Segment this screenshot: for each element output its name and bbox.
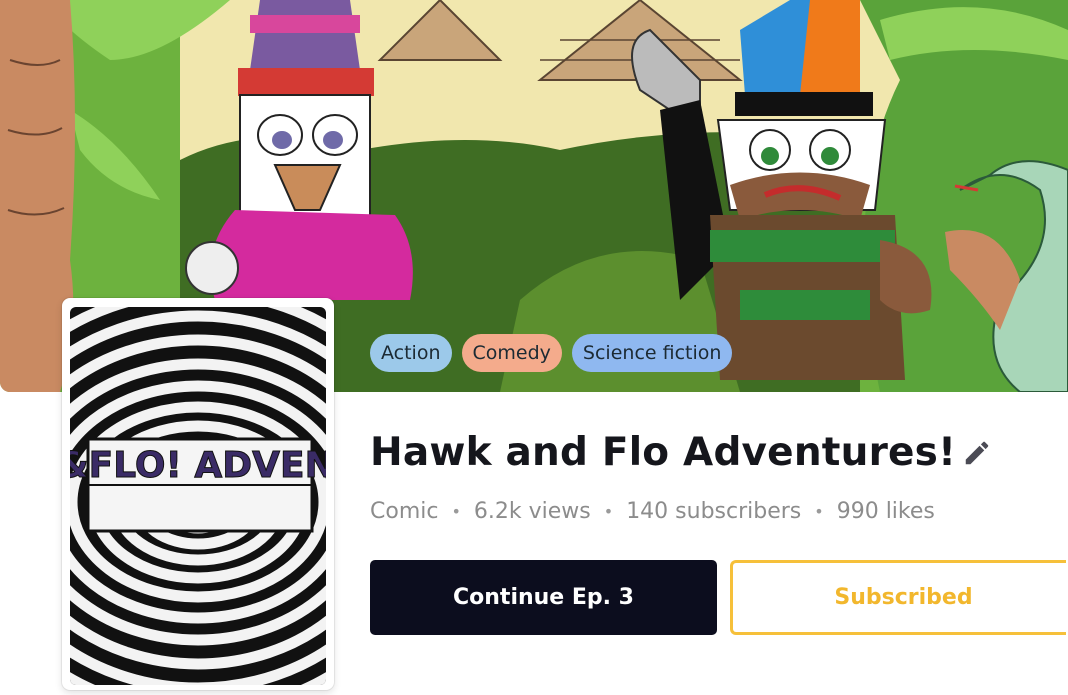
spiral-cover-art: HAWK&FLO! ADVENTURES [70, 307, 326, 685]
meta-views: 6.2k views [473, 499, 591, 524]
cover-artwork: HAWK&FLO! ADVENTURES [70, 307, 326, 685]
tag-action[interactable]: Action [370, 334, 452, 372]
pencil-icon[interactable] [962, 438, 992, 468]
continue-episode-button[interactable]: Continue Ep. 3 [370, 560, 717, 635]
series-meta: Comic • 6.2k views • 140 subscribers • 9… [370, 499, 935, 524]
subscribed-button[interactable]: Subscribed [730, 560, 1066, 635]
meta-type: Comic [370, 499, 439, 524]
genre-tags: Action Comedy Science fiction [370, 334, 733, 372]
series-cover: HAWK&FLO! ADVENTURES [62, 298, 334, 690]
meta-likes: 990 likes [836, 499, 935, 524]
meta-separator: • [451, 502, 461, 521]
tag-science-fiction[interactable]: Science fiction [571, 334, 733, 372]
series-title: Hawk and Flo Adventures! [370, 430, 957, 475]
meta-separator: • [814, 502, 824, 521]
title-row: Hawk and Flo Adventures! [370, 430, 992, 475]
tag-comedy[interactable]: Comedy [461, 334, 562, 372]
cover-logo-hawk-flo: HAWK&FLO! ADVENTURES [70, 445, 326, 486]
meta-subscribers: 140 subscribers [626, 499, 802, 524]
meta-separator: • [603, 502, 614, 521]
